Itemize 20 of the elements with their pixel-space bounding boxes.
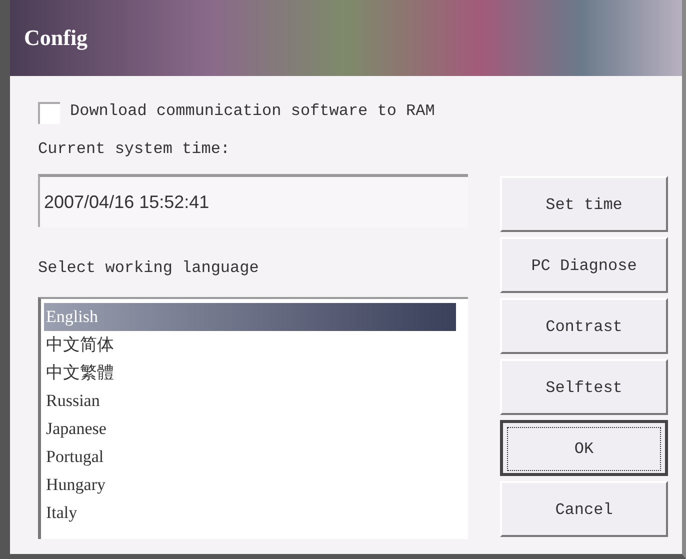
language-item[interactable]: Russian	[44, 387, 456, 415]
checkbox-label: Download communication software to RAM	[70, 102, 435, 120]
dialog-button[interactable]: Cancel	[500, 481, 668, 537]
language-label: Select working language	[38, 259, 259, 277]
window-title: Config	[24, 25, 88, 51]
language-item[interactable]: Hungary	[44, 471, 456, 499]
language-item[interactable]: Portugal	[44, 443, 456, 471]
language-item[interactable]: 中文简体	[44, 331, 456, 359]
language-list[interactable]: English 中文简体 中文繁體 Russian Japanese Portugal Hungary Italy	[38, 297, 468, 539]
dialog-button[interactable]: Selftest	[500, 359, 668, 415]
checkbox[interactable]	[38, 102, 60, 124]
language-item[interactable]: Japanese	[44, 415, 456, 443]
time-label: Current system time:	[38, 140, 230, 158]
dialog-button[interactable]: OK	[500, 420, 668, 476]
dialog-button[interactable]: Contrast	[500, 298, 668, 354]
language-item[interactable]: Italy	[44, 499, 456, 527]
dialog-button[interactable]: PC Diagnose	[500, 237, 668, 293]
language-item[interactable]: 中文繁體	[44, 359, 456, 387]
time-field[interactable]: 2007/04/16 15:52:41	[38, 174, 468, 227]
dialog-button[interactable]: Set time	[500, 176, 668, 232]
